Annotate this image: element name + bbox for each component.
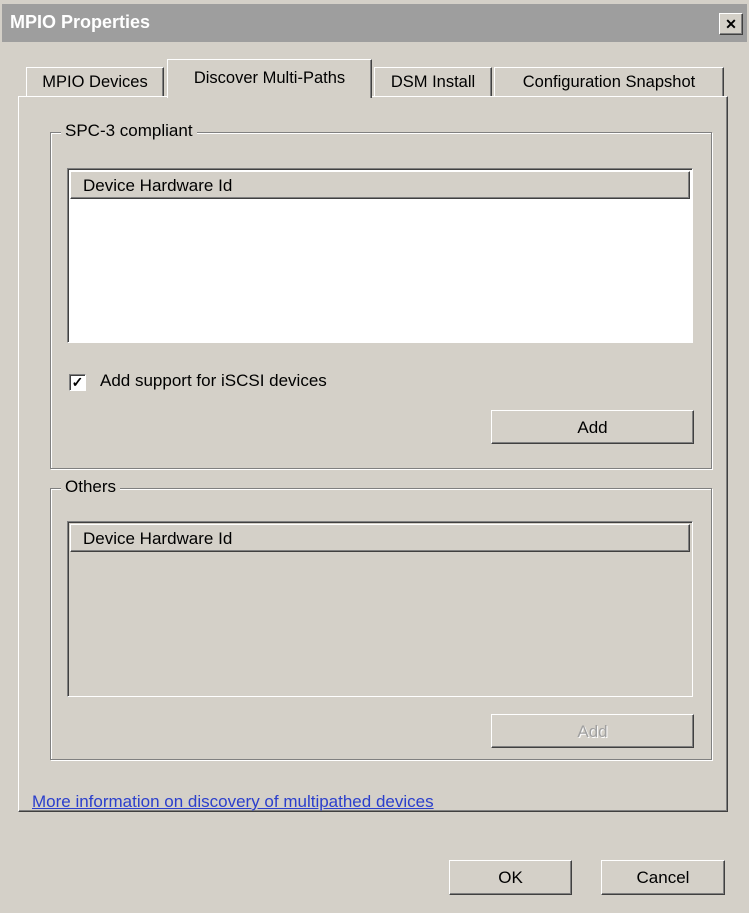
spc3-column-header[interactable]: Device Hardware Id bbox=[70, 171, 690, 199]
iscsi-support-checkbox[interactable]: ✓ bbox=[69, 374, 86, 391]
others-add-button: Add bbox=[491, 714, 694, 748]
others-column-header[interactable]: Device Hardware Id bbox=[70, 524, 690, 552]
spc3-add-button[interactable]: Add bbox=[491, 410, 694, 444]
tab-configuration-snapshot[interactable]: Configuration Snapshot bbox=[494, 67, 724, 97]
mpio-properties-dialog: MPIO Properties ✕ MPIO Devices Discover … bbox=[0, 0, 749, 913]
iscsi-support-label[interactable]: Add support for iSCSI devices bbox=[100, 371, 327, 391]
others-group-label: Others bbox=[61, 477, 121, 497]
tab-label: DSM Install bbox=[390, 73, 476, 91]
cancel-button[interactable]: Cancel bbox=[601, 860, 725, 895]
window-title: MPIO Properties bbox=[10, 12, 151, 32]
ok-button[interactable]: OK bbox=[449, 860, 572, 895]
spc3-group-label: SPC-3 compliant bbox=[61, 121, 197, 141]
tab-label: MPIO Devices bbox=[42, 73, 148, 91]
tab-discover-multi-paths[interactable]: Discover Multi-Paths bbox=[167, 59, 372, 98]
spc3-device-list[interactable]: Device Hardware Id bbox=[67, 168, 693, 343]
title-bar[interactable]: MPIO Properties ✕ bbox=[2, 4, 747, 42]
tab-label: Configuration Snapshot bbox=[522, 73, 696, 91]
tab-label: Discover Multi-Paths bbox=[193, 69, 346, 87]
discovery-info-link[interactable]: More information on discovery of multipa… bbox=[32, 792, 434, 812]
others-groupbox: Others Device Hardware Id Add bbox=[50, 477, 712, 760]
tab-panel: SPC-3 compliant Device Hardware Id ✓ Add… bbox=[18, 96, 728, 812]
tab-dsm-install[interactable]: DSM Install bbox=[374, 67, 492, 97]
close-icon[interactable]: ✕ bbox=[719, 13, 743, 35]
others-device-list[interactable]: Device Hardware Id bbox=[67, 521, 693, 697]
spc3-groupbox: SPC-3 compliant Device Hardware Id ✓ Add… bbox=[50, 121, 712, 469]
tab-mpio-devices[interactable]: MPIO Devices bbox=[26, 67, 164, 97]
